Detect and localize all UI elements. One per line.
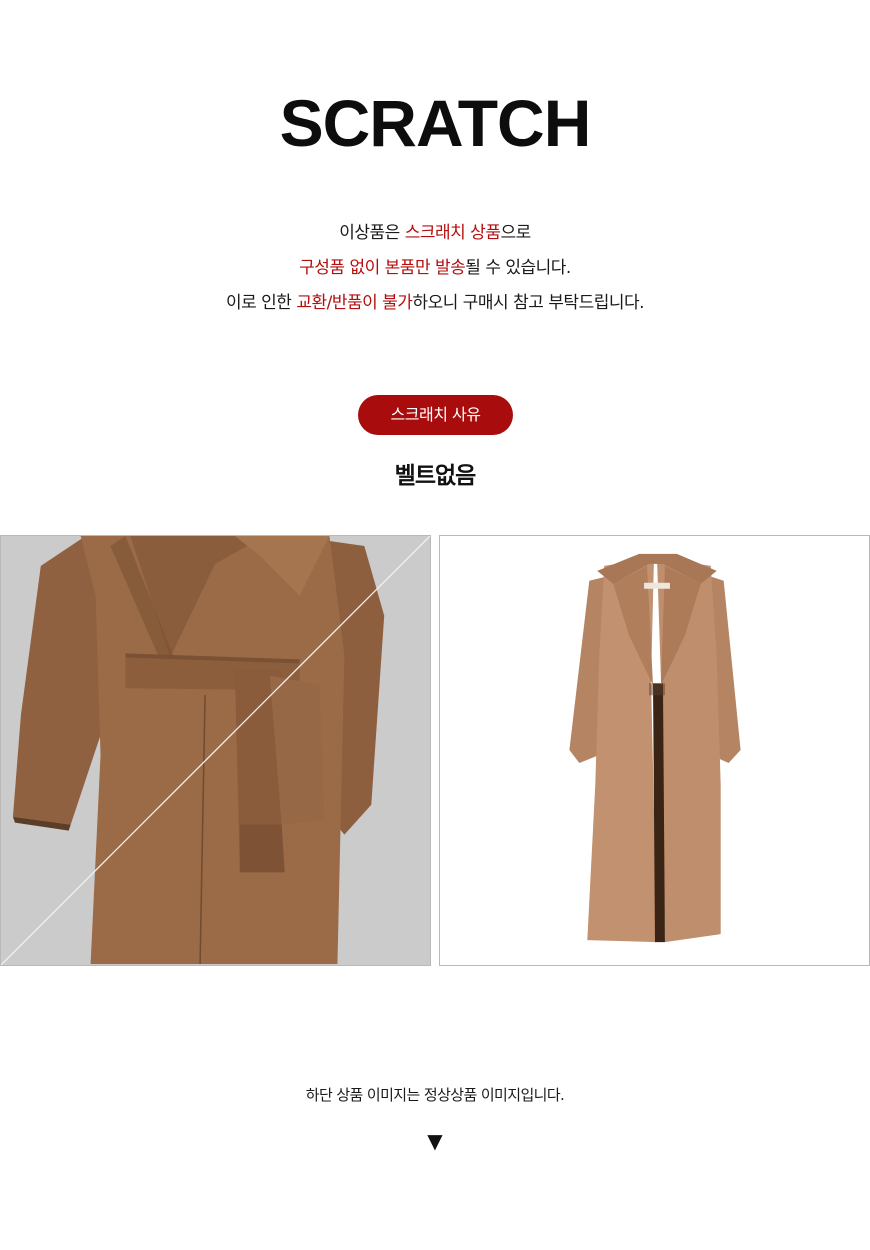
notice-line-2: 구성품 없이 본품만 발송될 수 있습니다. (299, 258, 571, 278)
notice-line-3: 이로 인한 교환/반품이 불가하오니 구매시 참고 부탁드립니다. (225, 293, 645, 313)
notice-text: 이상품은 스크래치 상품으로 구성품 없이 본품만 발송될 수 있습니다. 이로… (0, 216, 870, 321)
footer-note: 하단 상품 이미지는 정상상품 이미지입니다. (305, 1086, 565, 1104)
page-title: SCRATCH (279, 86, 592, 160)
scratch-reason-badge: 스크래치 사유 (358, 395, 513, 435)
highlight-no-return: 교환/반품이 불가 (296, 293, 413, 313)
coat-full-illustration (440, 536, 869, 965)
coat-full-image (439, 535, 870, 966)
coat-closeup-image (0, 535, 431, 966)
highlight-body-only: 구성품 없이 본품만 발송 (299, 258, 466, 278)
coat-closeup-illustration (1, 536, 430, 965)
down-arrow-icon: ▼ (427, 1129, 443, 1153)
scratch-reason-text: 벨트없음 (394, 463, 477, 489)
notice-line-1: 이상품은 스크래치 상품으로 (339, 223, 531, 243)
highlight-scratch-product: 스크래치 상품 (404, 223, 501, 243)
